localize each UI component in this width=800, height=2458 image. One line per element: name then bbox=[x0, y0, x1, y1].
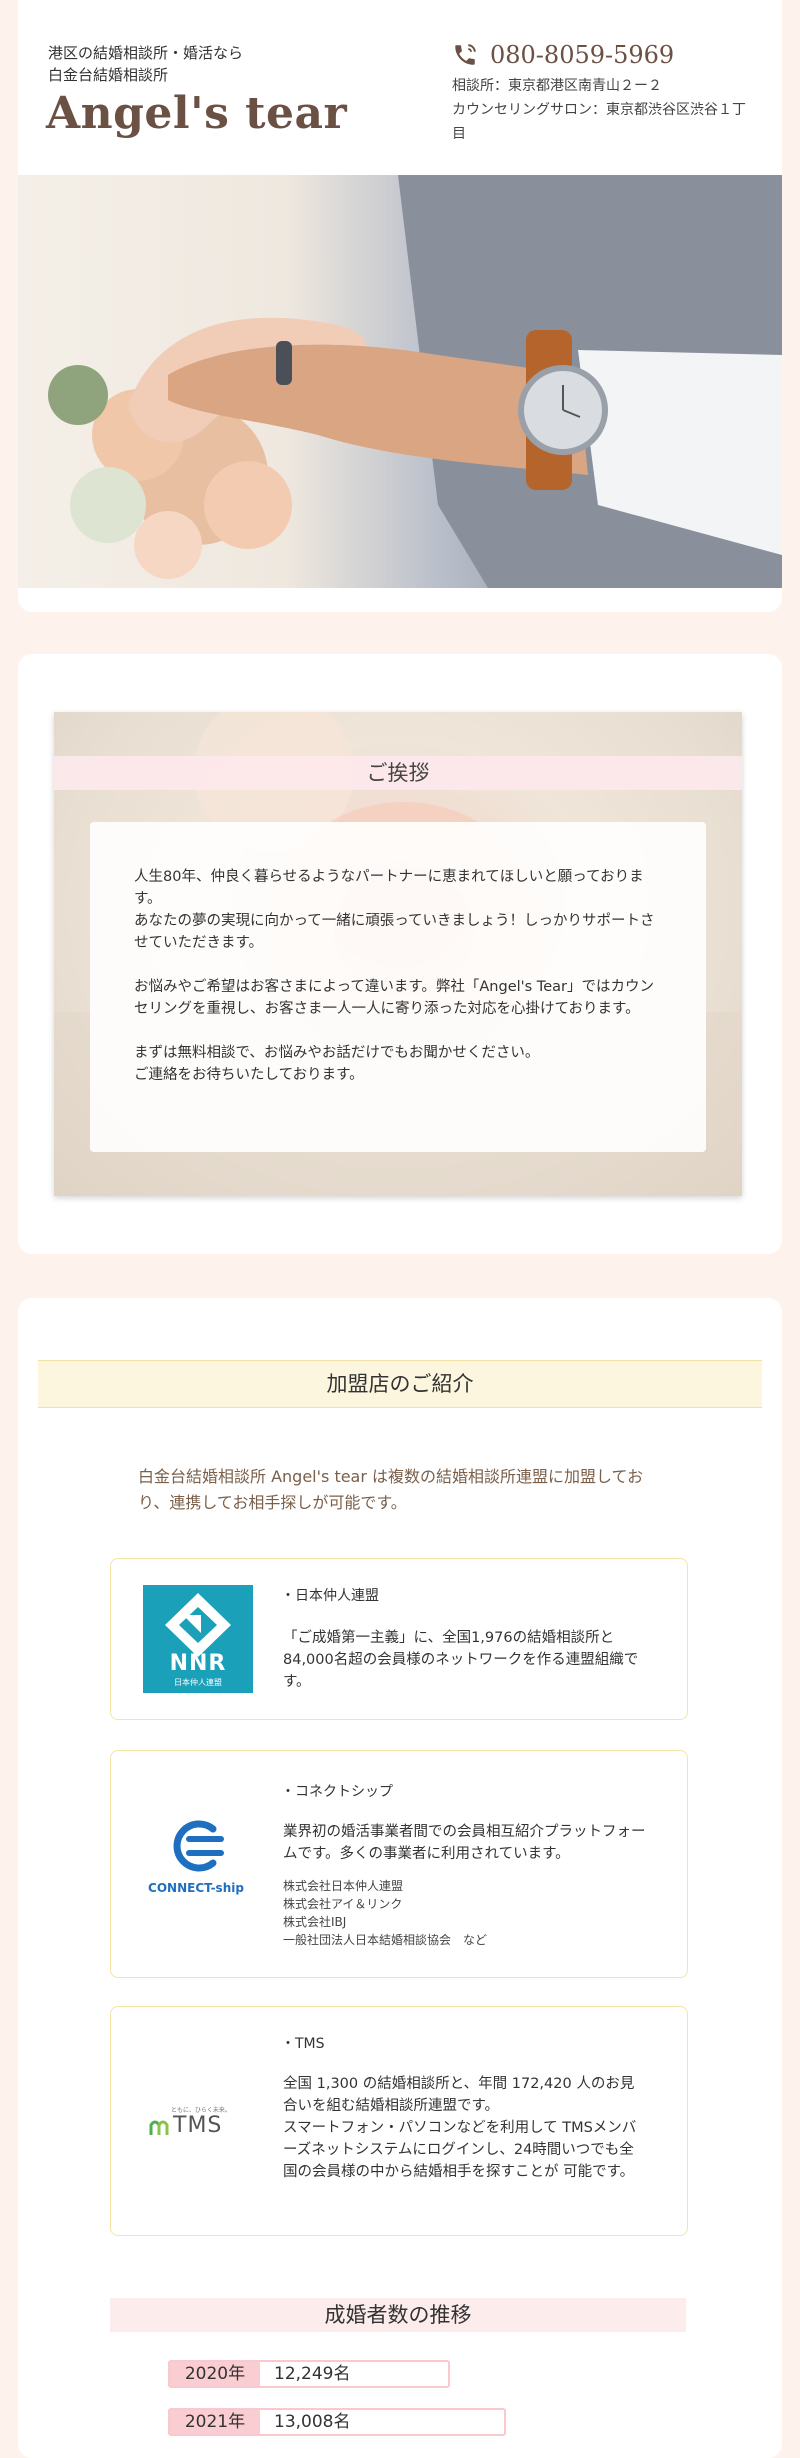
hero-image bbox=[18, 175, 782, 588]
org-name: ・コネクトシップ bbox=[281, 1784, 393, 1800]
org-card-nnr: NNR 日本仲人連盟 ・日本仲人連盟 「ご成婚第一主義」に、全国1,976の結婚… bbox=[110, 1558, 688, 1720]
stat-year: 2021年 bbox=[170, 2410, 260, 2434]
org-member: 株式会社IBJ bbox=[283, 1915, 347, 1929]
org-card-tms: ともに、ひらく未来。 TMS ・TMS 全国 1,300 の結婚相談所と、年間 … bbox=[110, 2006, 688, 2236]
org-member: 株式会社日本仲人連盟 bbox=[283, 1879, 404, 1893]
greeting-paragraph: 人生80年、仲良く暮らせるようなパートナーに恵まれてほしいと願っております。 あ… bbox=[134, 869, 655, 951]
page: 港区の結婚相談所・婚活なら 白金台結婚相談所 Angel's tear 080-… bbox=[0, 0, 800, 2458]
org-member: 一般社団法人日本結婚相談協会 など bbox=[283, 1933, 488, 1947]
address: 相談所：東京都港区南青山２ー２ カウンセリングサロン：東京都渋谷区渋谷１丁目 bbox=[452, 74, 752, 146]
phone-icon bbox=[455, 44, 476, 65]
org-description: 業界初の婚活事業者間での会員相互紹介プラットフォームです。多くの事業者に利用され… bbox=[283, 1824, 646, 1862]
greeting-title: ご挨拶 bbox=[54, 756, 742, 790]
connect-ship-logo-text: CONNECT-ship bbox=[148, 1881, 244, 1895]
org-member: 株式会社アイ＆リンク bbox=[283, 1897, 403, 1911]
org-member-list: 株式会社日本仲人連盟 株式会社アイ＆リンク 株式会社IBJ 一般社団法人日本結婚… bbox=[283, 1877, 643, 1949]
hero-illustration bbox=[18, 175, 782, 588]
phone-link[interactable]: 080-8059-5969 bbox=[452, 40, 752, 70]
tms-leaf-icon bbox=[149, 2120, 169, 2135]
tagline: 港区の結婚相談所・婚活なら 白金台結婚相談所 bbox=[48, 42, 243, 86]
org-name: ・日本仲人連盟 bbox=[281, 1588, 379, 1604]
greeting-message-box: 人生80年、仲良く暮らせるようなパートナーに恵まれてほしいと願っております。 あ… bbox=[90, 822, 706, 1152]
nnr-logo-subtext: 日本仲人連盟 bbox=[174, 1678, 222, 1687]
header-card: 港区の結婚相談所・婚活なら 白金台結婚相談所 Angel's tear 080-… bbox=[18, 0, 782, 612]
tagline-line-1: 港区の結婚相談所・婚活なら bbox=[48, 44, 244, 62]
connect-ship-logo: CONNECT-ship bbox=[141, 1811, 251, 1911]
nnr-logo: NNR 日本仲人連盟 bbox=[143, 1585, 253, 1693]
marriage-section-title: 成婚者数の推移 bbox=[110, 2298, 686, 2332]
address-office: 相談所：東京都港区南青山２ー２ bbox=[452, 78, 662, 94]
org-description: 「ご成婚第一主義」に、全国1,976の結婚相談所と84,000名超の会員様のネッ… bbox=[283, 1630, 639, 1690]
stat-value: 13,008名 bbox=[274, 2412, 351, 2432]
tms-logo: ともに、ひらく未来。 TMS bbox=[149, 2105, 249, 2145]
marriage-stat-row: 2021年 13,008名 bbox=[168, 2408, 506, 2436]
address-salon: カウンセリングサロン：東京都渋谷区渋谷１丁目 bbox=[452, 102, 746, 142]
member-section-title: 加盟店のご紹介 bbox=[38, 1360, 762, 1408]
tms-logo-text: TMS bbox=[173, 2113, 223, 2138]
greeting-paragraph: まずは無料相談で、お悩みやお話だけでもお聞かせください。 ご連絡をお待ちいたして… bbox=[134, 1045, 540, 1083]
org-description: 全国 1,300 の結婚相談所と、年間 172,420 人のお見合いを組む結婚相… bbox=[283, 2076, 637, 2180]
greeting-card: ご挨拶 人生80年、仲良く暮らせるようなパートナーに恵まれてほしいと願っておりま… bbox=[18, 654, 782, 1254]
stat-value: 12,249名 bbox=[274, 2364, 351, 2384]
member-card: 加盟店のご紹介 白金台結婚相談所 Angel's tear は複数の結婚相談所連… bbox=[18, 1298, 782, 2458]
site-logo[interactable]: Angel's tear bbox=[46, 88, 347, 139]
connect-ship-logo-mark bbox=[173, 1820, 224, 1872]
stat-year: 2020年 bbox=[170, 2362, 260, 2386]
org-name: ・TMS bbox=[281, 2036, 325, 2052]
greeting-paragraph: お悩みやご希望はお客さまによって違います。弊社「Angel's Tear」ではカ… bbox=[134, 979, 654, 1017]
greeting-background-image: ご挨拶 人生80年、仲良く暮らせるようなパートナーに恵まれてほしいと願っておりま… bbox=[54, 712, 742, 1196]
org-card-connect-ship: CONNECT-ship ・コネクトシップ 業界初の婚活事業者間での会員相互紹介… bbox=[110, 1750, 688, 1978]
nnr-logo-text: NNR bbox=[169, 1651, 227, 1676]
contact-block: 080-8059-5969 相談所：東京都港区南青山２ー２ カウンセリングサロン… bbox=[452, 40, 752, 146]
tagline-line-2: 白金台結婚相談所 bbox=[48, 66, 169, 84]
member-intro: 白金台結婚相談所 Angel's tear は複数の結婚相談所連盟に加盟しており… bbox=[138, 1467, 644, 1512]
greeting-text: 人生80年、仲良く暮らせるようなパートナーに恵まれてほしいと願っております。 あ… bbox=[134, 866, 664, 1108]
phone-number: 080-8059-5969 bbox=[490, 41, 675, 69]
marriage-stat-row: 2020年 12,249名 bbox=[168, 2360, 450, 2388]
